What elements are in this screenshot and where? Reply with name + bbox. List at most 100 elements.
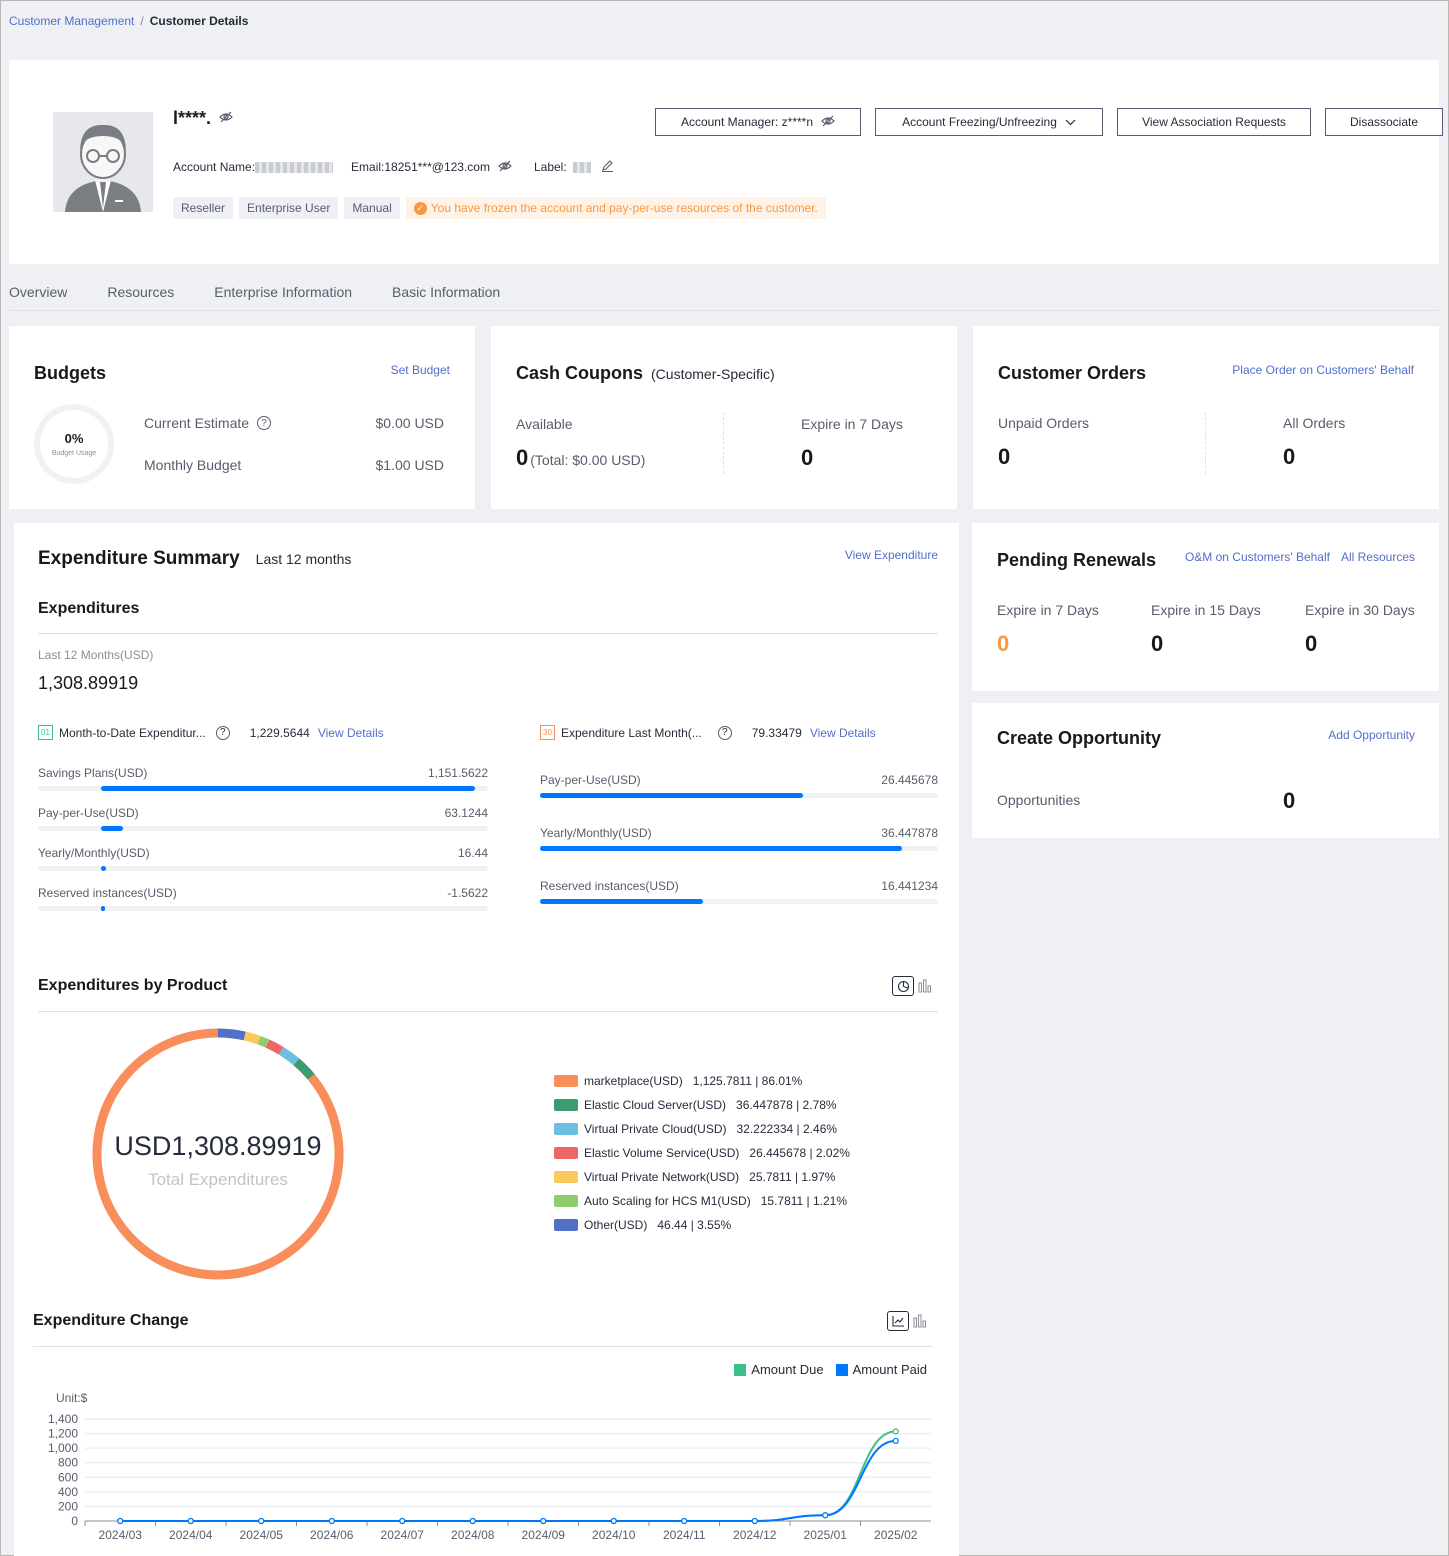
series-point[interactable]: [610, 1517, 617, 1525]
expenditure-bar-row: Yearly/Monthly(USD) 16.44: [38, 846, 488, 874]
legend-item[interactable]: Elastic Volume Service(USD) 26.445678 | 2…: [554, 1141, 850, 1165]
bar-value: 16.44: [457, 846, 488, 860]
series-point[interactable]: [258, 1517, 265, 1525]
monthly-budget-label: Monthly Budget: [144, 457, 242, 473]
bar-fill: [101, 786, 475, 791]
x-tick-label: 2024/05: [240, 1528, 284, 1542]
edit-label-icon[interactable]: [601, 159, 614, 175]
orders-divider: [1205, 412, 1206, 474]
legend-swatch: [734, 1363, 747, 1376]
series-point[interactable]: [469, 1517, 476, 1525]
add-opportunity-link[interactable]: Add Opportunity: [1328, 728, 1415, 742]
bar-track: [38, 786, 488, 791]
bar-track: [540, 793, 938, 798]
create-opportunity-card: Create Opportunity Add Opportunity Oppor…: [972, 703, 1439, 838]
bar-track: [38, 826, 488, 831]
bar-chart-toggle-icon[interactable]: [918, 979, 934, 996]
donut-total-label: Total Expenditures: [148, 1170, 288, 1189]
tab-enterprise-information[interactable]: Enterprise Information: [214, 284, 352, 300]
disassociate-button[interactable]: Disassociate: [1325, 108, 1443, 136]
legend-item[interactable]: Virtual Private Network(USD) 25.7811 | 1.…: [554, 1165, 850, 1189]
breadcrumb-parent-link[interactable]: Customer Management: [9, 14, 134, 28]
expenditure-bar-row: Reserved instances(USD) 16.441234: [540, 879, 938, 907]
customer-orders-title: Customer Orders: [998, 363, 1147, 383]
view-expenditure-link[interactable]: View Expenditure: [845, 548, 938, 562]
manager-eye-icon[interactable]: [821, 115, 835, 130]
budgets-card: Budgets Set Budget 0% Budget Usage Curre…: [9, 326, 475, 509]
series-point[interactable]: [328, 1517, 335, 1525]
bar-label: Pay-per-Use(USD): [540, 773, 641, 787]
legend-swatch: [835, 1363, 848, 1376]
tab-overview[interactable]: Overview: [9, 284, 67, 300]
tag-manual: Manual: [344, 197, 400, 219]
legend-item[interactable]: Virtual Private Cloud(USD) 32.222334 | 2.…: [554, 1117, 850, 1141]
series-point[interactable]: [540, 1517, 547, 1525]
bar-fill: [101, 826, 123, 831]
cash-coupons-subtitle: (Customer-Specific): [651, 366, 775, 382]
account-name-masked: [255, 161, 334, 173]
series-point[interactable]: [822, 1512, 829, 1519]
pie-chart-toggle-icon[interactable]: [892, 976, 914, 996]
help-icon[interactable]: ?: [257, 416, 272, 430]
series-point[interactable]: [751, 1517, 758, 1525]
expenditure-bar-row: Savings Plans(USD) 1,151.5622: [38, 766, 488, 794]
disassociate-label: Disassociate: [1349, 115, 1419, 129]
place-order-link[interactable]: Place Order on Customers' Behalf: [1232, 363, 1414, 377]
legend-item[interactable]: Elastic Cloud Server(USD) 36.447878 | 2.7…: [554, 1093, 850, 1117]
series-point[interactable]: [892, 1428, 899, 1435]
bar-fill: [101, 866, 107, 871]
bar-value: 63.1244: [444, 806, 488, 820]
series-point[interactable]: [187, 1517, 194, 1525]
bar-value: 16.441234: [881, 879, 938, 893]
line-legend: Amount Due Amount Paid: [734, 1362, 927, 1377]
expenditure-change-title: Expenditure Change: [33, 1312, 189, 1329]
series-point[interactable]: [399, 1517, 406, 1525]
monthly-budget-value: $1.00 USD: [375, 457, 444, 473]
mtd-view-details-link[interactable]: View Details: [318, 726, 384, 740]
bar-label: Yearly/Monthly(USD): [540, 826, 652, 840]
legend-value: 36.447878 | 2.78%: [736, 1098, 837, 1112]
set-budget-link[interactable]: Set Budget: [391, 363, 450, 377]
series-point[interactable]: [892, 1437, 899, 1445]
last-12-months-label: Last 12 Months(USD): [38, 648, 154, 662]
legend-item[interactable]: Other(USD) 46.44 | 3.55%: [554, 1213, 850, 1237]
series-point[interactable]: [117, 1517, 124, 1525]
bar-track: [540, 899, 938, 904]
renewal-15-value: 0: [1151, 631, 1164, 656]
view-association-label: View Association Requests: [1142, 115, 1286, 129]
expenditure-line-chart: 1,4001,2001,0008006004002000 2024/03 2024/…: [48, 1412, 931, 1542]
legend-item[interactable]: Auto Scaling for HCS M1(USD) 15.7811 | 1.…: [554, 1189, 850, 1213]
account-manager-button[interactable]: Account Manager: z****n: [655, 108, 861, 136]
last-month-view-details-link[interactable]: View Details: [810, 726, 876, 740]
om-behalf-link[interactable]: O&M on Customers' Behalf: [1185, 550, 1330, 564]
tab-resources[interactable]: Resources: [107, 284, 174, 300]
expire-7-days-label: Expire in 7 Days: [801, 416, 903, 432]
x-tick-label: 2024/04: [169, 1528, 213, 1542]
series-point[interactable]: [681, 1517, 688, 1525]
account-freeze-dropdown[interactable]: Account Freezing/Unfreezing: [875, 108, 1103, 136]
line-chart-toggle-icon[interactable]: [887, 1311, 909, 1331]
available-value: 0: [516, 445, 529, 470]
hide-eye-icon[interactable]: [219, 111, 233, 126]
tab-basic-information[interactable]: Basic Information: [392, 284, 500, 300]
last-month-help-icon[interactable]: ?: [717, 725, 732, 740]
breadcrumb: Customer Management / Customer Details: [9, 14, 248, 28]
legend-category: Other(USD): [584, 1218, 648, 1232]
current-estimate-label: Current Estimate: [144, 415, 250, 431]
legend-item[interactable]: marketplace(USD) 1,125.7811 | 86.01%: [554, 1069, 850, 1093]
line-legend-item[interactable]: Amount Due: [734, 1362, 824, 1377]
tag-reseller: Reseller: [173, 197, 234, 219]
email-eye-icon[interactable]: [498, 160, 512, 175]
legend-value: 46.44 | 3.55%: [657, 1218, 732, 1232]
last-month-value: 79.33479: [751, 725, 802, 740]
bar-label: Savings Plans(USD): [38, 766, 148, 780]
mtd-help-icon[interactable]: ?: [215, 725, 230, 740]
all-resources-link[interactable]: All Resources: [1341, 550, 1415, 564]
line-legend-item[interactable]: Amount Paid: [835, 1362, 927, 1377]
bar-fill: [101, 906, 105, 911]
bar-chart-toggle-icon[interactable]: [913, 1314, 929, 1331]
last-12-months-value: 1,308.89919: [38, 673, 139, 693]
view-association-button[interactable]: View Association Requests: [1117, 108, 1311, 136]
legend-value: 25.7811 | 1.97%: [749, 1170, 836, 1184]
legend-category: marketplace(USD): [584, 1074, 683, 1088]
